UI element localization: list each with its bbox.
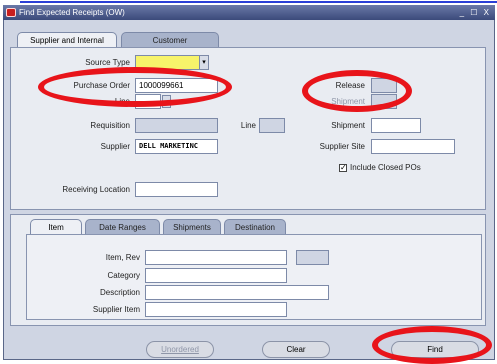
revision-field[interactable] xyxy=(296,250,329,265)
source-type-field[interactable] xyxy=(135,55,205,70)
tab-label: Customer xyxy=(152,36,188,45)
release-field[interactable] xyxy=(371,78,397,93)
tab-label: Supplier and Internal xyxy=(30,36,104,45)
supplier-site-label: Supplier Site xyxy=(319,142,365,151)
item-rev-label: Item, Rev xyxy=(105,253,140,262)
shipment-label: Shipment xyxy=(331,121,365,130)
release-shipment-field[interactable] xyxy=(371,94,397,109)
purchase-order-field[interactable]: 1000099661 xyxy=(135,78,218,93)
description-field[interactable] xyxy=(145,285,329,300)
requisition-label: Requisition xyxy=(90,121,130,130)
po-line-lov-button[interactable]: ... xyxy=(162,95,171,108)
requisition-field[interactable] xyxy=(135,118,218,133)
requisition-line-label: Line xyxy=(240,121,256,130)
tab-label: Destination xyxy=(234,223,276,232)
find-button[interactable]: Find xyxy=(391,341,479,358)
tab-destination[interactable]: Destination xyxy=(224,219,286,235)
release-shipment-label: Shipment xyxy=(331,97,365,106)
tab-date-ranges[interactable]: Date Ranges xyxy=(85,219,160,235)
button-label: Clear xyxy=(286,345,306,354)
item-field[interactable] xyxy=(145,250,287,265)
window-controls[interactable]: _ ☐ X xyxy=(460,5,491,20)
tab-shipments[interactable]: Shipments xyxy=(163,219,221,235)
button-label: Find xyxy=(427,345,443,354)
supplier-site-field[interactable] xyxy=(371,139,455,154)
po-line-label: Line xyxy=(114,97,130,106)
shipment-field[interactable] xyxy=(371,118,421,133)
supplier-item-field[interactable] xyxy=(145,302,287,317)
tab-customer[interactable]: Customer xyxy=(121,32,219,48)
receiving-location-field[interactable] xyxy=(135,182,218,197)
window-title: Find Expected Receipts (OW) xyxy=(19,8,125,17)
supplier-field[interactable]: DELL MARKETINC xyxy=(135,139,218,154)
include-closed-pos-label: Include Closed POs xyxy=(350,163,421,172)
release-label: Release xyxy=(335,81,365,90)
tab-supplier-and-internal[interactable]: Supplier and Internal xyxy=(17,32,117,48)
tab-label: Date Ranges xyxy=(99,223,146,232)
purchase-order-label: Purchase Order xyxy=(73,81,130,90)
include-closed-pos-checkbox[interactable]: ✓ xyxy=(339,164,347,172)
oracle-app-icon xyxy=(6,8,16,17)
po-line-field[interactable] xyxy=(135,94,161,109)
button-label: Unordered xyxy=(161,345,199,354)
unordered-button[interactable]: Unordered xyxy=(146,341,214,358)
tab-item[interactable]: Item xyxy=(30,219,82,235)
requisition-line-field[interactable] xyxy=(259,118,285,133)
receiving-location-label: Receiving Location xyxy=(62,185,130,194)
source-type-label: Source Type xyxy=(85,58,130,67)
tab-label: Shipments xyxy=(173,223,211,232)
category-field[interactable] xyxy=(145,268,287,283)
supplier-label: Supplier xyxy=(100,142,130,151)
tab-label: Item xyxy=(48,223,64,232)
clear-button[interactable]: Clear xyxy=(262,341,330,358)
description-label: Description xyxy=(99,288,140,297)
window-titlebar: Find Expected Receipts (OW) _ ☐ X xyxy=(3,5,495,20)
supplier-item-label: Supplier Item xyxy=(92,305,140,314)
source-type-dropdown-icon[interactable]: ▾ xyxy=(199,55,209,70)
category-label: Category xyxy=(107,271,140,280)
